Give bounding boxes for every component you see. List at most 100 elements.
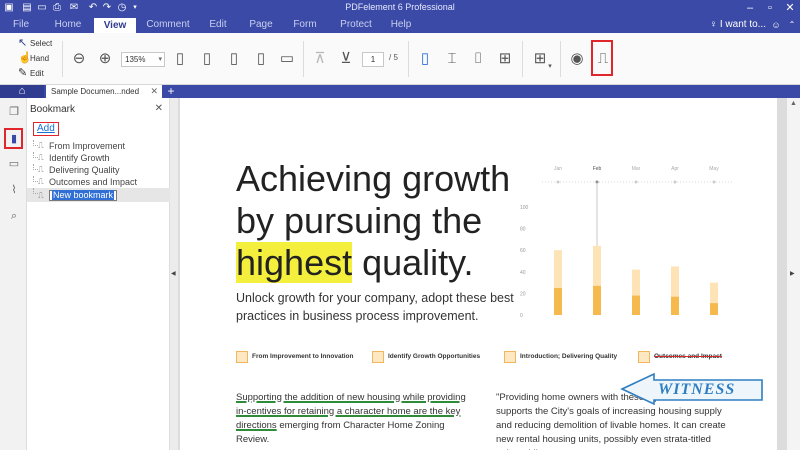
select-mode[interactable]: ↖ Select [18, 36, 52, 50]
menu-bar: File Home View Comment Edit Page Form Pr… [0, 17, 800, 33]
expand-panel-icon[interactable]: ▶ [790, 270, 795, 277]
next-page-icon[interactable]: ⊻ [336, 49, 356, 69]
vertical-scrollbar[interactable]: ▲ ▶ [787, 98, 800, 450]
ribbon-collapse-icon[interactable]: ⌃ [784, 18, 800, 32]
title-bar: ▣ ▤ ▭ ⎙ ✉ ↶ ↷ ◷ ▾ PDFelement 6 Professio… [0, 0, 800, 17]
page-number-input[interactable]: 1 [362, 52, 384, 67]
bar-dark [554, 288, 562, 315]
hand-mode[interactable]: ☝Hand [18, 51, 49, 65]
bar-chart: 100 80 60 40 20 0 Jan Feb Mar Apr May [520, 166, 733, 319]
i-want-to-search[interactable]: ♀ I want to... [710, 17, 766, 33]
legend-item: From Improvement to Innovation [236, 350, 353, 364]
legend-item-strikethrough: Outcomes and Impact [638, 350, 722, 364]
y-tick-label: 40 [520, 270, 526, 276]
actual-size-icon[interactable]: ▯ [170, 49, 190, 69]
app-title: PDFelement 6 Professional [345, 2, 455, 12]
edit-mode[interactable]: ✎ Edit [18, 66, 44, 80]
y-tick-label: 20 [520, 291, 526, 297]
bookmark-item[interactable]: ⎍ Outcomes and Impact [27, 176, 170, 188]
new-tab-icon[interactable]: + [164, 85, 178, 98]
category-marker [673, 180, 677, 184]
ribbon-toolbar: ↖ Select ☝Hand ✎ Edit ⊖ ⊕ 135% ▾ ▯ ▯ ▯ ▯ ▭ … [0, 33, 800, 85]
bar-light [671, 266, 679, 297]
bookmark-item-editing[interactable]: ⎍ New bookmark [27, 188, 170, 202]
zoom-select[interactable]: 135% ▾ [121, 52, 165, 67]
menu-view[interactable]: View [94, 18, 136, 33]
zoom-out-icon[interactable]: ⊖ [69, 49, 89, 69]
close-tab-icon[interactable]: ✕ [150, 85, 158, 98]
scroll-up-icon[interactable]: ▲ [790, 100, 797, 107]
two-page-icon[interactable]: ⌷ [468, 49, 488, 69]
separator [522, 41, 523, 77]
bookmark-panel-title: Bookmark [30, 104, 76, 115]
paragraph-left: Supporting the addition of new housing w… [236, 392, 466, 445]
category-marker [712, 180, 716, 184]
separator [408, 41, 409, 77]
bookmark-item[interactable]: ⎍ From Improvement [27, 140, 170, 152]
two-page-continuous-icon[interactable]: ⊞ [495, 49, 515, 69]
pdf-page: Achieving growth by pursuing the highest… [180, 98, 777, 450]
category-marker [556, 180, 560, 184]
bar-light [593, 245, 601, 286]
panel-splitter[interactable]: ◀ [170, 98, 178, 450]
bookmark-name-input[interactable]: New bookmark [49, 190, 118, 201]
fit-visible-icon[interactable]: ▯ [251, 49, 271, 69]
menu-comment[interactable]: Comment [140, 17, 196, 33]
left-side-rail: ❐ ▮ ▭ ⌇ ⌕ [0, 98, 27, 450]
full-screen-icon[interactable]: ▭ [277, 49, 297, 69]
bookmark-icon: ⎍ [38, 165, 44, 174]
menu-file[interactable]: File [6, 17, 36, 33]
minimize-icon[interactable]: – [742, 1, 758, 15]
legend-swatch [372, 351, 384, 363]
legend-swatch [504, 351, 516, 363]
chevron-down-icon: ▾ [158, 56, 162, 63]
bar-light [632, 269, 640, 296]
menu-form[interactable]: Form [288, 17, 322, 33]
menu-protect[interactable]: Protect [334, 17, 378, 33]
separator [560, 41, 561, 77]
add-bookmark-button[interactable]: Add [33, 122, 59, 136]
menu-edit[interactable]: Edit [202, 17, 234, 33]
legend-swatch [638, 351, 650, 363]
menu-home[interactable]: Home [50, 17, 86, 33]
bookmark-item[interactable]: ⎍ Identify Growth [27, 152, 170, 164]
continuous-page-icon[interactable]: ⌶ [442, 49, 462, 69]
stamp-label: WITNESS [658, 381, 736, 398]
bookmark-icon: ⎍ [38, 153, 44, 162]
edit-icon: ✎ [18, 67, 28, 79]
bookmark-panel-icon[interactable]: ▮ [6, 131, 22, 147]
bar-light [554, 250, 562, 288]
zoom-in-icon[interactable]: ⊕ [95, 49, 115, 69]
bookmark-icon[interactable]: ⎍ [593, 49, 613, 69]
category-marker [634, 180, 638, 184]
separator [62, 41, 63, 77]
bar-dark [593, 285, 601, 315]
menu-help[interactable]: Help [386, 17, 416, 33]
fit-width-icon[interactable]: ▯ [197, 49, 217, 69]
home-icon[interactable]: ⌂ [0, 85, 44, 98]
comments-icon[interactable]: ▭ [6, 156, 22, 172]
separator [303, 41, 304, 77]
thumbnails-icon[interactable]: ❐ [6, 104, 22, 120]
maximize-icon[interactable]: ▫ [762, 1, 778, 15]
bar-dark [671, 296, 679, 315]
collapse-panel-icon[interactable]: ◀ [171, 270, 176, 277]
bookmark-panel: Bookmark ✕ Add ⎍ From Improvement ⎍ Identi… [27, 98, 170, 450]
previous-page-icon[interactable]: ⊼ [310, 49, 330, 69]
single-page-icon[interactable]: ▯ [415, 49, 435, 69]
document-tab[interactable]: Sample Documen...nded ✕ [46, 85, 162, 98]
menu-page[interactable]: Page [244, 17, 278, 33]
document-headline: Achieving growth by pursuing the highest… [236, 158, 511, 283]
attachment-icon[interactable]: ⌇ [6, 182, 22, 198]
snapshot-camera-icon[interactable]: ◉ [567, 49, 587, 69]
close-icon[interactable]: ✕ [155, 103, 163, 114]
bookmark-item[interactable]: ⎍ Delivering Quality [27, 164, 170, 176]
close-window-icon[interactable]: ✕ [782, 1, 798, 15]
fit-page-icon[interactable]: ▯ [224, 49, 244, 69]
document-viewport: Achieving growth by pursuing the highest… [178, 98, 787, 450]
chevron-down-icon[interactable]: ▾ [545, 57, 555, 77]
bookmark-list: ⎍ From Improvement ⎍ Identify Growth ⎍ Deli… [27, 140, 170, 202]
search-icon[interactable]: ⌕ [6, 208, 22, 224]
x-tick-label: May [709, 166, 719, 172]
account-icon[interactable]: ☺ [768, 18, 784, 32]
